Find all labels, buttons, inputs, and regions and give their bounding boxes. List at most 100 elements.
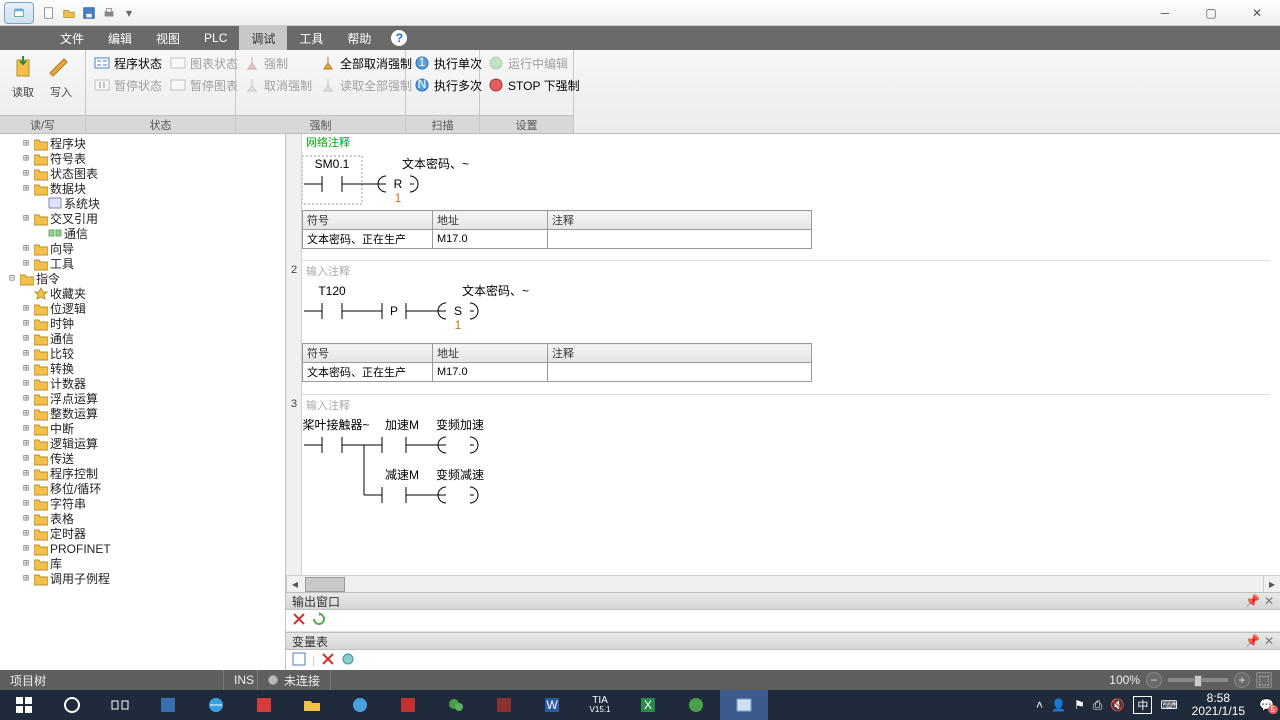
tree-item[interactable]: ⊞位逻辑 [0,301,285,316]
network-comment-2[interactable]: 输入注释 [302,260,1270,281]
qat-print[interactable] [100,4,118,22]
tree-item[interactable]: 系统块 [0,196,285,211]
tree-item[interactable]: ⊞定时器 [0,526,285,541]
menu-debug[interactable]: 调试 [239,26,287,50]
tree-item[interactable]: ⊟指令 [0,271,285,286]
tree-item[interactable]: ⊞工具 [0,256,285,271]
taskbar-app-8[interactable] [480,690,528,720]
close-button[interactable]: ✕ [1234,0,1280,26]
taskbar-excel[interactable]: X [624,690,672,720]
tree-item[interactable]: ⊞状态图表 [0,166,285,181]
tray-volume-icon[interactable]: 🔇 [1110,698,1125,712]
tree-item[interactable]: ⊞向导 [0,241,285,256]
taskbar-app-active[interactable] [720,690,768,720]
qat-new[interactable] [40,4,58,22]
menu-tools[interactable]: 工具 [287,26,335,50]
tree-item[interactable]: ⊞程序块 [0,136,285,151]
tray-chevron-up-icon[interactable]: ˄ [1036,698,1043,712]
tree-item[interactable]: ⊞中断 [0,421,285,436]
tree-item[interactable]: ⊞逻辑运算 [0,436,285,451]
tree-item[interactable]: ⊞调用子例程 [0,571,285,586]
clear-output-icon[interactable] [292,612,306,629]
cortana-button[interactable] [48,690,96,720]
tray-icon-3[interactable]: ⎙ [1093,698,1103,713]
tree-item[interactable]: ⊞通信 [0,331,285,346]
ribbon-stop-force[interactable]: STOP 下强制 [484,74,584,96]
tray-keyboard-icon[interactable]: ⌨ [1160,698,1177,712]
network-comment-3[interactable]: 输入注释 [302,394,1270,415]
ladder-rung-3[interactable]: 桨叶接触器~ 加速M 变频加速 减速M 变频减速 [302,415,822,525]
tree-item[interactable]: ⊞计数器 [0,376,285,391]
zoom-out-button[interactable]: − [1146,672,1162,688]
ladder-rung-1[interactable]: SM0.1 文本密码、~ R 1 [302,150,822,210]
project-tree[interactable]: ⊞程序块⊞符号表⊞状态图表⊞数据块系统块⊞交叉引用通信⊞向导⊞工具⊟指令收藏夹⊞… [0,134,286,670]
pin-icon[interactable]: 📌 [1245,634,1260,648]
tree-item[interactable]: ⊞浮点运算 [0,391,285,406]
tree-item[interactable]: ⊞符号表 [0,151,285,166]
taskbar-wechat[interactable] [432,690,480,720]
tree-item[interactable]: 通信 [0,226,285,241]
start-button[interactable] [0,690,48,720]
tray-clock[interactable]: 8:582021/1/15 [1186,692,1251,718]
tray-notifications-icon[interactable]: 💬5 [1259,698,1274,712]
tree-item[interactable]: ⊞程序控制 [0,466,285,481]
tree-item[interactable]: 收藏夹 [0,286,285,301]
app-orb[interactable] [0,0,38,26]
ribbon-unforce-all[interactable]: 全部取消强制 [316,52,416,74]
menu-help[interactable]: 帮助 [335,26,383,50]
taskbar-ie[interactable] [192,690,240,720]
taskbar-app-5[interactable] [336,690,384,720]
close-panel-icon[interactable]: ✕ [1264,634,1274,648]
tree-item[interactable]: ⊞时钟 [0,316,285,331]
taskbar-word[interactable]: W [528,690,576,720]
qat-dropdown[interactable]: ▾ [120,4,138,22]
taskview-button[interactable] [96,690,144,720]
tree-item[interactable]: ⊞交叉引用 [0,211,285,226]
taskbar-app-12[interactable] [672,690,720,720]
minimize-button[interactable]: ─ [1142,0,1188,26]
tree-item[interactable]: ⊞表格 [0,511,285,526]
menu-view[interactable]: 视图 [144,26,192,50]
tree-item[interactable]: ⊞比较 [0,346,285,361]
taskbar-app-1[interactable] [144,690,192,720]
ribbon-exec-single[interactable]: 1执行单次 [410,52,486,74]
zoom-slider[interactable] [1168,678,1228,682]
tree-item[interactable]: ⊞移位/循环 [0,481,285,496]
var-tool-1[interactable] [292,652,306,669]
tree-item[interactable]: ⊞传送 [0,451,285,466]
taskbar-app-3[interactable] [240,690,288,720]
ladder-rung-2[interactable]: T120 P 文本密码、~ S 1 [302,281,822,343]
ribbon-write[interactable]: 写入 [42,52,80,102]
tree-item[interactable]: ⊞字符串 [0,496,285,511]
zoom-fit-button[interactable]: ⬚ [1256,672,1272,688]
close-panel-icon[interactable]: ✕ [1264,594,1274,608]
system-tray[interactable]: ˄ 👤 ⚑ ⎙ 🔇 中 ⌨ 8:582021/1/15 💬5 [1030,692,1280,718]
taskbar-tia[interactable]: TIAV15.1 [576,690,624,720]
refresh-output-icon[interactable] [312,612,326,629]
tree-item[interactable]: ⊞转换 [0,361,285,376]
ladder-editor[interactable]: 2 3 网络注释 SM0.1 文本密码、~ R 1 符号地址注释 [286,134,1280,575]
output-panel-header[interactable]: 输出窗口 📌✕ [286,592,1280,610]
tray-icon-2[interactable]: ⚑ [1074,698,1085,712]
ribbon-prog-status[interactable]: 程序状态 [90,52,166,74]
help-icon[interactable]: ? [391,30,407,46]
tray-ime[interactable]: 中 [1133,696,1152,714]
taskbar-explorer[interactable] [288,690,336,720]
tree-item[interactable]: ⊞库 [0,556,285,571]
menu-file[interactable]: 文件 [48,26,96,50]
qat-open[interactable] [60,4,78,22]
taskbar-pdf[interactable] [384,690,432,720]
zoom-in-button[interactable]: + [1234,672,1250,688]
tree-item[interactable]: ⊞数据块 [0,181,285,196]
h-scrollbar[interactable]: ◂▸ [286,575,1280,592]
var-tool-2[interactable] [341,652,355,669]
qat-save[interactable] [80,4,98,22]
menu-plc[interactable]: PLC [192,26,239,50]
var-tool-delete[interactable] [321,652,335,669]
tree-item[interactable]: ⊞PROFINET [0,541,285,556]
ribbon-read[interactable]: 读取 [4,52,42,102]
maximize-button[interactable]: ▢ [1188,0,1234,26]
zoom-control[interactable]: 100% − + ⬚ [1101,672,1280,688]
var-panel-header[interactable]: 变量表 📌✕ [286,632,1280,650]
menu-edit[interactable]: 编辑 [96,26,144,50]
